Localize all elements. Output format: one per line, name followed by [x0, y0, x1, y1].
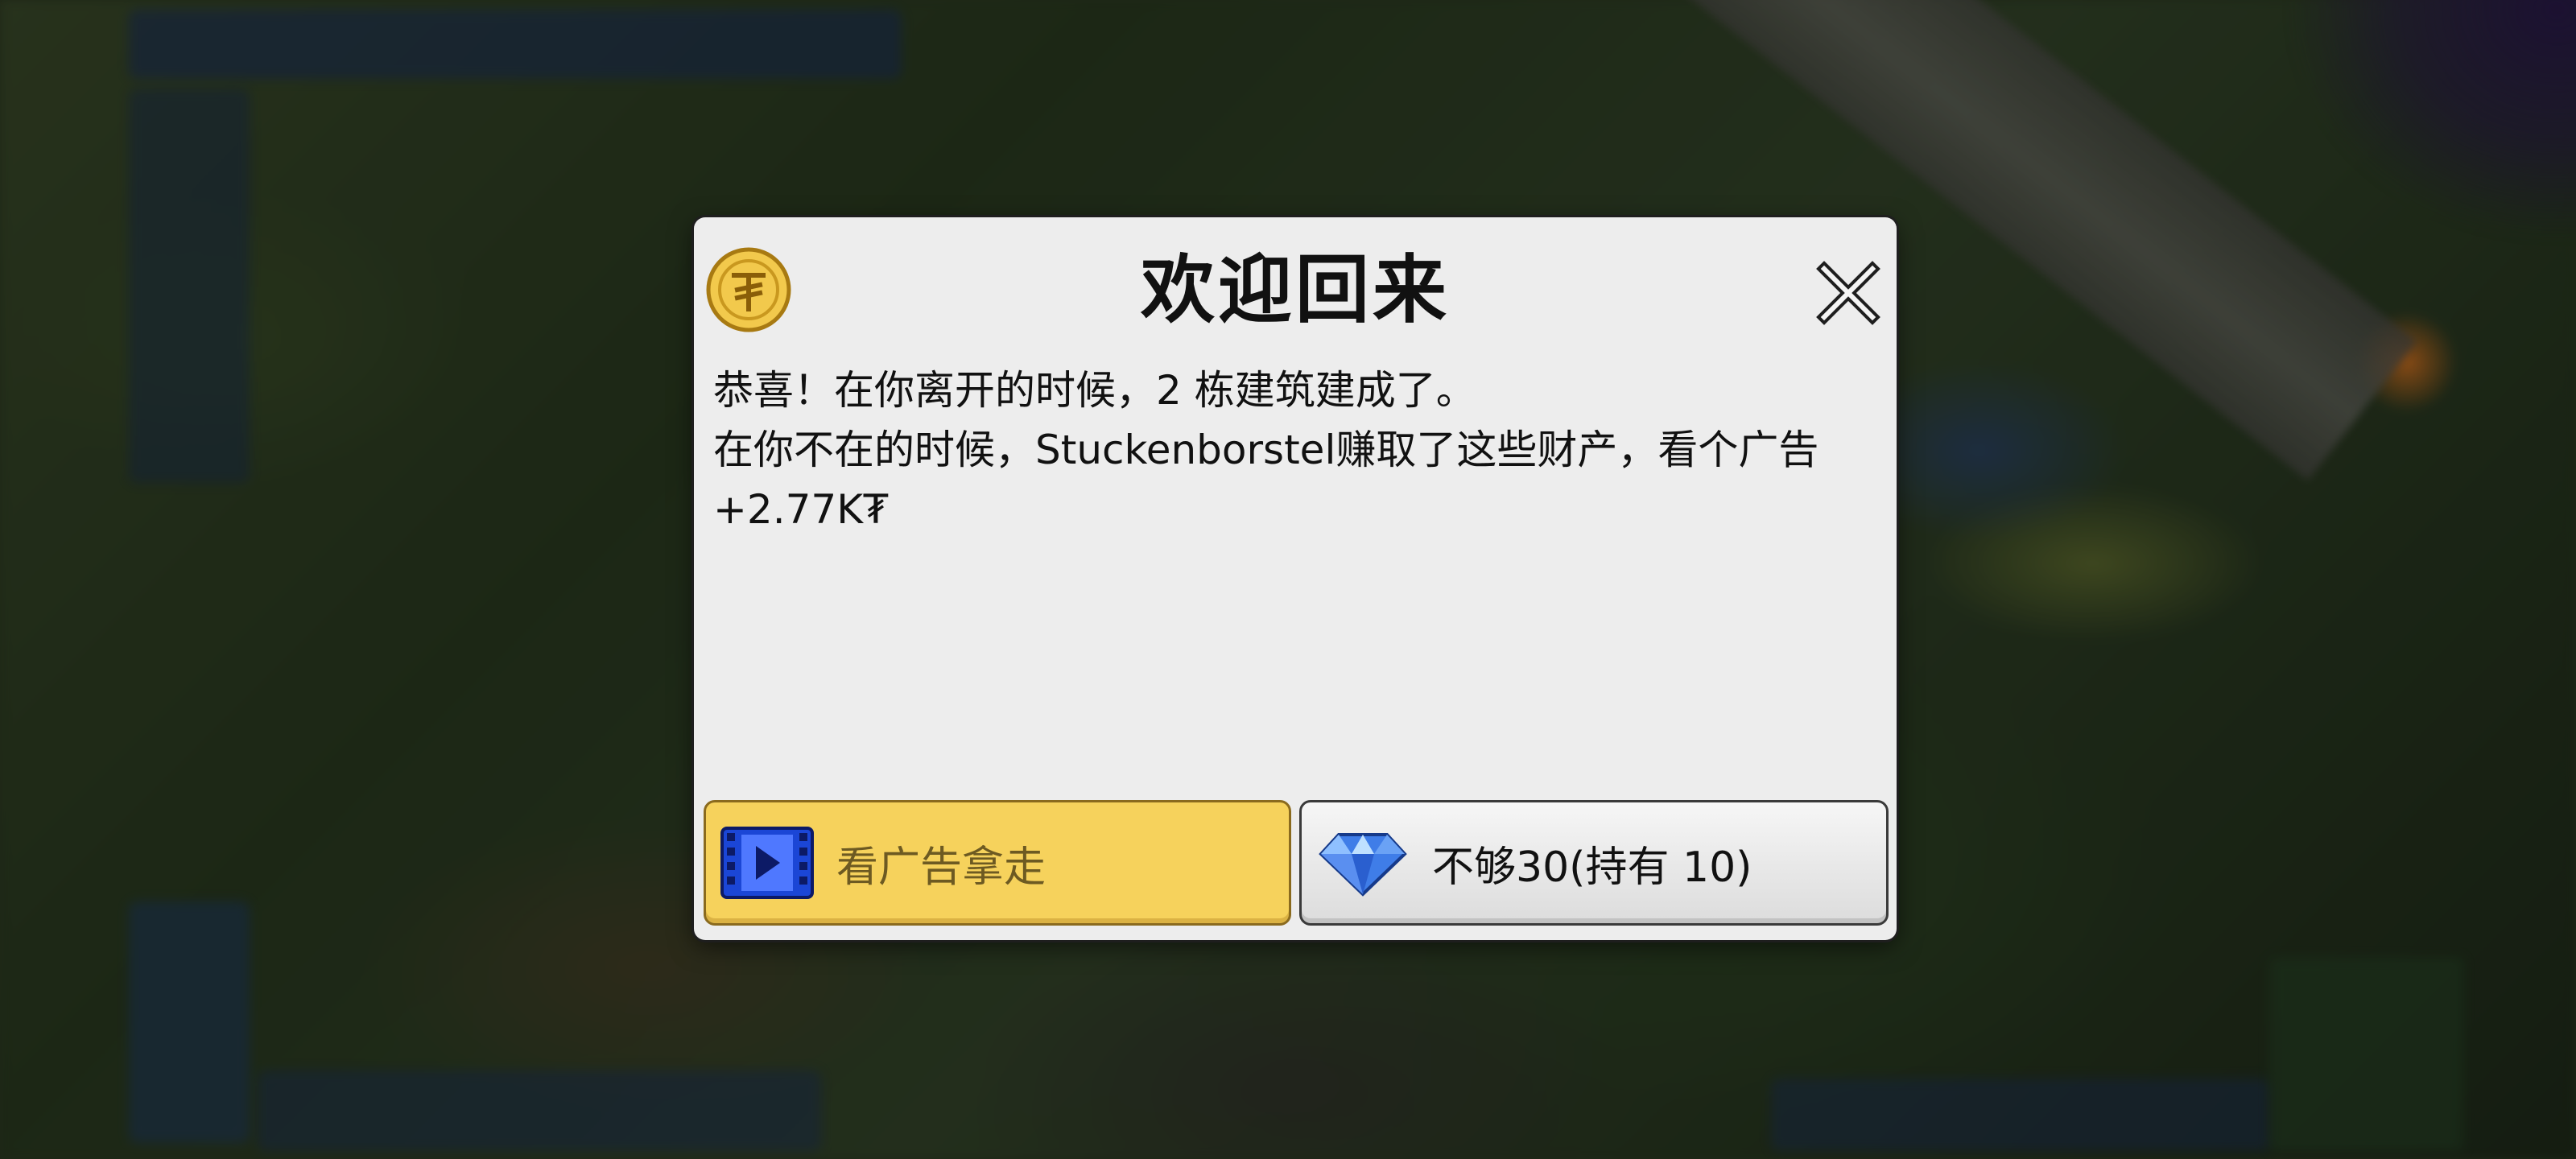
spend-gems-label: 不够30(持有 10): [1432, 843, 1752, 892]
message-line-earnings: 在你不在的时候，Stuckenborstel赚取了这些财产，看个广告: [713, 427, 1819, 473]
welcome-back-dialog: 欢迎回来 恭喜！在你离开的时候，2 栋建筑建成了。 在你不在的时候，Stucke…: [694, 217, 1897, 940]
spend-gems-button[interactable]: 不够30(持有 10): [1299, 800, 1889, 926]
game-screen: 欢迎回来 恭喜！在你离开的时候，2 栋建筑建成了。 在你不在的时候，Stucke…: [0, 0, 2576, 1159]
watch-ad-label: 看广告拿走: [836, 843, 1046, 892]
diamond-icon: [1319, 833, 1407, 897]
dialog-message: 恭喜！在你离开的时候，2 栋建筑建成了。 在你不在的时候，Stuckenbors…: [713, 361, 1882, 539]
dialog-button-row: 看广告拿走 不够30(持有 10): [704, 800, 1889, 929]
close-icon[interactable]: [1805, 250, 1892, 336]
watch-ad-button[interactable]: 看广告拿走: [704, 800, 1291, 926]
video-play-icon: [720, 827, 814, 899]
message-line-buildings: 恭喜！在你离开的时候，2 栋建筑建成了。: [713, 367, 1476, 414]
dialog-title: 欢迎回来: [1140, 247, 1450, 333]
earned-amount: +2.77K₮: [713, 486, 889, 533]
